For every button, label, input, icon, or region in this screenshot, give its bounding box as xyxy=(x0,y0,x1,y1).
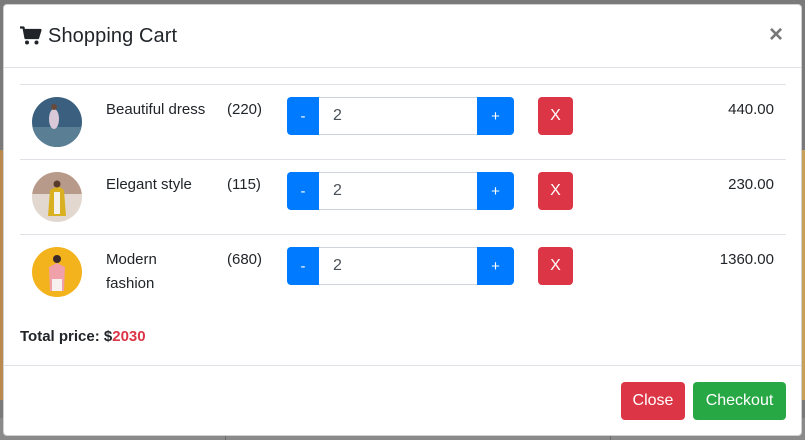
item-price: 1360.00 xyxy=(719,251,774,268)
cart-item-row: Beautiful dress (220) - + X 440.00 xyxy=(20,84,786,159)
total-price: Total price: $2030 xyxy=(20,328,146,345)
total-price-amount: 2030 xyxy=(112,328,146,345)
shopping-cart-icon xyxy=(20,26,42,45)
product-name: Elegant style xyxy=(106,176,192,193)
decrease-quantity-button[interactable]: - xyxy=(287,247,319,285)
remove-item-button[interactable]: X xyxy=(538,247,573,285)
modal-header: Shopping Cart × xyxy=(4,5,801,68)
modal-body: Beautiful dress (220) - + X 440.00 xyxy=(4,68,801,365)
decrease-quantity-button[interactable]: - xyxy=(287,97,319,135)
cart-item-row: Elegant style (115) - + X 230.00 xyxy=(20,159,786,234)
quantity-stepper: - + xyxy=(287,97,514,135)
quantity-stepper: - + xyxy=(287,172,514,210)
increase-quantity-button[interactable]: + xyxy=(477,172,514,210)
close-icon[interactable]: × xyxy=(769,23,783,47)
product-stock-count: (680) xyxy=(227,251,263,268)
product-name: Modern fashion xyxy=(106,251,157,292)
product-avatar xyxy=(32,97,82,147)
quantity-input[interactable] xyxy=(319,172,477,210)
decrease-quantity-button[interactable]: - xyxy=(287,172,319,210)
checkout-button[interactable]: Checkout xyxy=(693,382,786,420)
total-price-label: Total price: $ xyxy=(20,328,113,345)
product-avatar xyxy=(32,247,82,297)
quantity-stepper: - + xyxy=(287,247,514,285)
cart-item-row: Modern fashion (680) - + X 1360.00 xyxy=(20,234,786,309)
product-name: Beautiful dress xyxy=(106,101,206,118)
item-price: 230.00 xyxy=(728,176,774,193)
close-button[interactable]: Close xyxy=(621,382,685,420)
increase-quantity-button[interactable]: + xyxy=(477,97,514,135)
product-avatar xyxy=(32,172,82,222)
increase-quantity-button[interactable]: + xyxy=(477,247,514,285)
shopping-cart-modal: Shopping Cart × Beautiful dress (220) - xyxy=(3,4,802,436)
modal-title: Shopping Cart xyxy=(48,24,178,47)
quantity-input[interactable] xyxy=(319,97,477,135)
product-stock-count: (115) xyxy=(227,176,261,193)
remove-item-button[interactable]: X xyxy=(538,97,573,135)
cart-items-table: Beautiful dress (220) - + X 440.00 xyxy=(20,84,786,309)
quantity-input[interactable] xyxy=(319,247,477,285)
modal-footer: Close Checkout xyxy=(4,365,801,435)
item-price: 440.00 xyxy=(728,101,774,118)
product-stock-count: (220) xyxy=(227,101,263,118)
remove-item-button[interactable]: X xyxy=(538,172,573,210)
